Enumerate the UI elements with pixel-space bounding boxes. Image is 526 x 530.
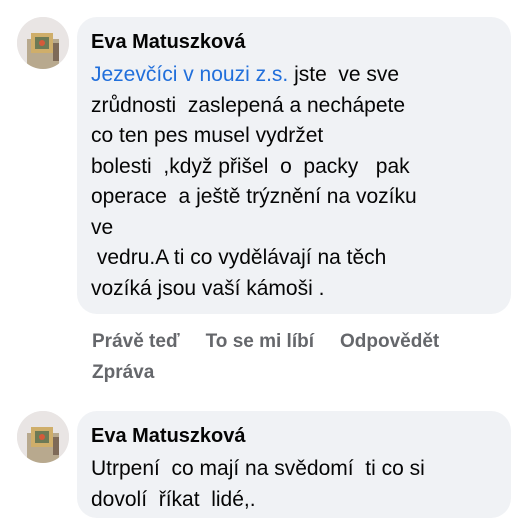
message-button[interactable]: Zpráva [92,362,154,383]
avatar[interactable] [17,411,69,463]
comment-text: Utrpení co mají na svědomí ti co si dovo… [91,454,499,515]
text-line: ve [91,215,114,239]
text-line: bolesti ,když přišel o packy pak [91,154,410,178]
text-line: operace a ještě trýznění na vozíku [91,185,417,208]
text-line: vozíká jsou vaší kámoši . [91,276,325,300]
comment-author[interactable]: Eva Matuszková [91,30,499,54]
comment-actions: Právě teď To se mi líbí Odpovědět Zpráva [92,326,512,388]
comment-author[interactable]: Eva Matuszková [91,424,499,448]
text-line: dovolí říkat lidé,. [91,487,256,511]
avatar[interactable] [17,17,69,69]
text-line: Utrpení co mají na svědomí ti co si [91,457,425,480]
timestamp[interactable]: Právě teď [92,331,180,352]
like-button[interactable]: To se mi líbí [206,331,314,352]
text-line: zrůdnosti zaslepená a nechápete [91,93,406,117]
comment-bubble: Eva Matuszková Utrpení co mají na svědom… [77,411,511,518]
comment-text: Jezevčíci v nouzi z.s. jste ve sve zrůdn… [91,60,499,304]
comment-bubble: Eva Matuszková Jezevčíci v nouzi z.s. js… [77,17,511,314]
text-line: co ten pes musel vydržet [91,124,324,147]
profile-photo-icon [17,17,69,69]
mention-link[interactable]: Jezevčíci v nouzi z.s. [91,63,288,86]
reply-button[interactable]: Odpovědět [340,331,439,352]
text-line: vedru.A ti co vydělávají na těch [91,246,387,269]
profile-photo-icon [17,411,69,463]
text-line: jste ve sve [288,63,400,86]
